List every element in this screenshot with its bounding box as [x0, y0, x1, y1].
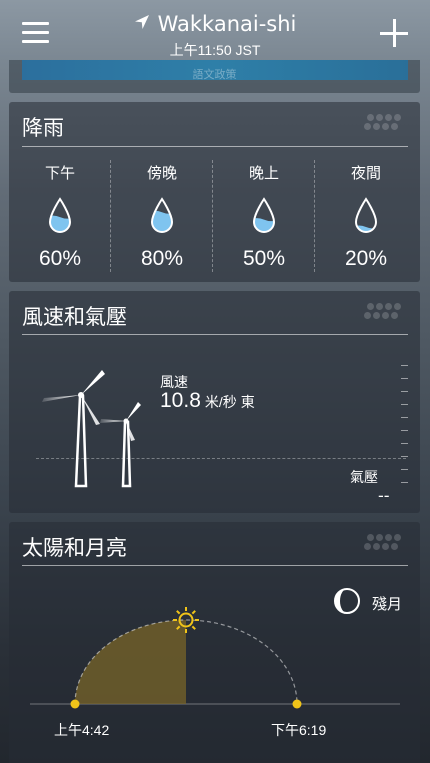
cloud-pattern-icon: [364, 534, 406, 554]
wind-turbine-icon: [42, 370, 141, 488]
pressure-label: 氣壓: [350, 470, 378, 486]
wind-pressure-title: 風速和氣壓: [22, 305, 127, 329]
title-divider: [22, 334, 408, 335]
precip-period: 夜間 20%: [315, 158, 417, 276]
precip-percent: 60%: [38, 247, 82, 270]
period-label: 傍晚: [146, 164, 177, 182]
city-name: Wakkanai-shi: [157, 12, 297, 36]
cloud-pattern-icon: [364, 114, 406, 134]
wind-speed: 10.8 米/秒東: [160, 389, 255, 413]
city-header: Wakkanai-shi: [0, 12, 430, 36]
wind-direction: 東: [240, 394, 255, 410]
precip-percent: 80%: [140, 247, 184, 270]
title-divider: [22, 146, 408, 147]
cloud-pattern-icon: [364, 303, 406, 323]
raindrop-icon: [150, 197, 174, 233]
raindrop-icon: [354, 197, 378, 233]
raindrop-icon: [252, 197, 276, 233]
precip-percent: 20%: [344, 247, 388, 270]
faded-map-text: 語文政策: [192, 68, 237, 81]
precip-percent: 50%: [242, 247, 286, 270]
period-label: 下午: [44, 164, 75, 182]
ground-line: [36, 458, 406, 459]
sunrise-time: 上午4:42: [54, 722, 110, 738]
add-location-button[interactable]: [380, 19, 408, 47]
title-divider: [22, 565, 408, 566]
location-arrow-icon: [134, 15, 149, 29]
daylight-elapsed-area: [75, 620, 186, 704]
period-label: 夜間: [350, 164, 381, 182]
sunset-dot: [292, 699, 302, 709]
raindrop-icon: [48, 197, 72, 233]
precip-period: 晚上 50%: [213, 158, 315, 276]
top-bar: Wakkanai-shi 上午11:50 JST: [0, 0, 430, 64]
previous-card-edge: 語文政策: [9, 60, 420, 93]
wind-unit: 米/秒: [204, 394, 237, 410]
sunset-time: 下午6:19: [271, 722, 327, 738]
period-label: 晚上: [248, 164, 279, 182]
sunrise-dot: [70, 699, 80, 709]
precipitation-title: 降雨: [22, 116, 64, 140]
precipitation-card: 降雨 下午 60% 傍晚 80% 晚上 50% 夜間 20%: [9, 102, 420, 282]
sun-moon-title: 太陽和月亮: [22, 536, 127, 560]
sun-path-chart: [30, 607, 400, 709]
local-time: 上午11:50 JST: [169, 42, 261, 58]
precip-period: 下午 60%: [9, 158, 111, 276]
pressure-value: --: [378, 486, 390, 505]
precip-period: 傍晚 80%: [111, 158, 213, 276]
wind-speed-value: 10.8: [160, 389, 201, 412]
